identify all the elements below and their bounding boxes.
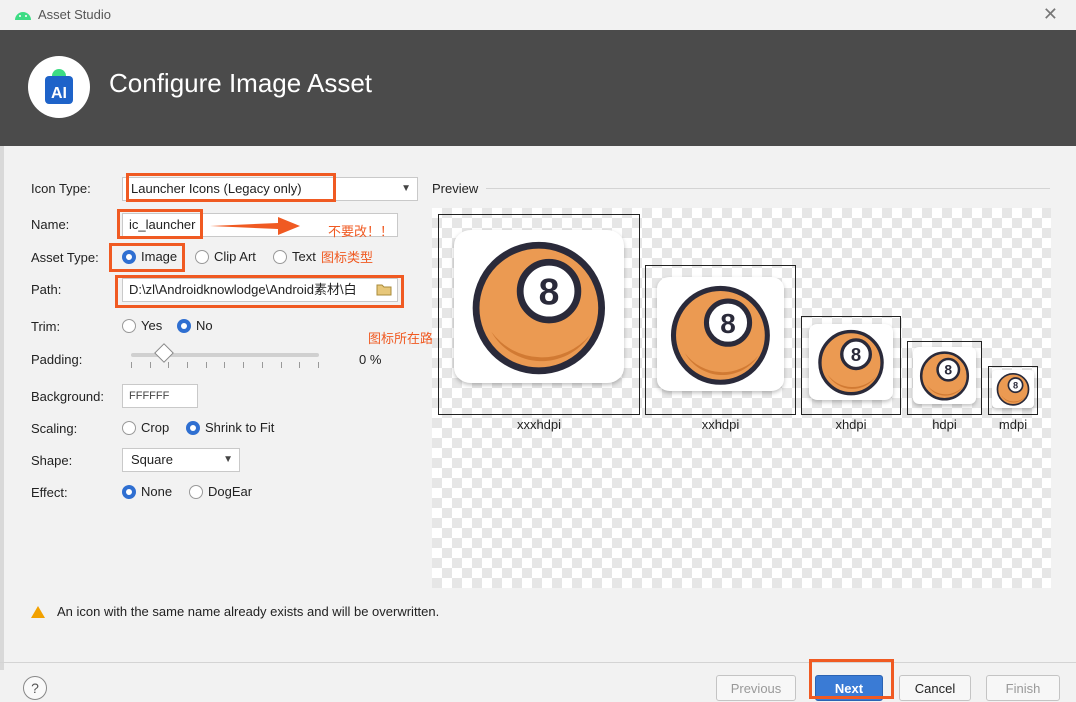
finish-button[interactable]: Finish [986, 675, 1060, 701]
radio-unselected-icon [189, 484, 203, 499]
launcher-icon-tile: 8 [809, 324, 893, 400]
wizard-header: AI Configure Image Asset [0, 30, 1076, 146]
density-label-xhdpi: xhdpi [835, 417, 867, 432]
launcher-icon-tile: 8 [992, 370, 1034, 408]
page-title: Configure Image Asset [109, 68, 373, 98]
trim-no-radio[interactable]: No [177, 318, 213, 333]
radio-unselected-icon [122, 318, 136, 333]
scaling-crop-radio[interactable]: Crop [122, 420, 169, 435]
density-label-xxxhdpi: xxxhdpi [516, 417, 562, 432]
cancel-button[interactable]: Cancel [899, 675, 971, 701]
asset-type-label: Asset Type: [31, 250, 99, 265]
svg-text:8: 8 [720, 308, 736, 339]
help-icon[interactable]: ? [23, 676, 47, 700]
radio-unselected-icon [273, 249, 287, 264]
radio-unselected-icon [195, 249, 209, 264]
svg-text:AI: AI [51, 85, 67, 102]
scaling-shrink-radio[interactable]: Shrink to Fit [186, 420, 274, 435]
billiard-ball-icon: 8 [919, 351, 970, 401]
name-label: Name: [31, 217, 70, 232]
launcher-icon-tile: 8 [657, 277, 784, 392]
path-highlight [115, 275, 404, 308]
chevron-down-icon: ▼ [401, 183, 411, 194]
padding-slider-ticks [131, 362, 319, 368]
footer-divider [0, 662, 1076, 663]
launcher-icon-tile: 8 [454, 230, 624, 383]
effect-dogear-label: DogEar [208, 484, 253, 499]
effect-label: Effect: [31, 485, 68, 500]
android-icon [15, 12, 31, 20]
asset-type-highlight [109, 243, 185, 272]
next-highlight [809, 659, 894, 699]
window-title: Asset Studio [38, 7, 111, 22]
android-studio-icon: AI [45, 69, 73, 104]
scaling-shrink-label: Shrink to Fit [205, 420, 275, 435]
preview-divider [486, 188, 1050, 189]
radio-selected-icon [122, 484, 136, 499]
name-highlight [117, 209, 203, 239]
title-bar: Asset Studio ✕ [0, 0, 1076, 30]
icon-type-label: Icon Type: [31, 181, 91, 196]
preview-label: Preview [432, 181, 479, 196]
launcher-icon-tile: 8 [913, 347, 976, 404]
name-note: 不要改！！ [328, 224, 394, 239]
effect-none-radio[interactable]: None [122, 484, 172, 499]
shape-select[interactable]: Square ▼ [122, 448, 240, 472]
background-color-field[interactable]: FFFFFF [122, 384, 198, 408]
previous-button[interactable]: Previous [716, 675, 796, 701]
density-label-xxhdpi: xxhdpi [701, 417, 740, 432]
trim-yes-radio[interactable]: Yes [122, 318, 162, 333]
svg-text:8: 8 [851, 344, 861, 365]
scaling-label: Scaling: [31, 421, 78, 436]
asset-type-clipart-radio[interactable]: Clip Art [195, 249, 256, 264]
radio-selected-icon [177, 318, 191, 333]
icon-type-highlight [126, 173, 336, 202]
arrow-annotation-icon [210, 217, 300, 235]
asset-type-clipart-label: Clip Art [214, 249, 256, 264]
shape-label: Shape: [31, 453, 73, 468]
density-label-mdpi: mdpi [998, 417, 1028, 432]
effect-none-label: None [141, 484, 173, 499]
asset-type-note: 图标类型 [321, 250, 374, 265]
chevron-down-icon: ▼ [223, 454, 233, 465]
billiard-ball-icon: 8 [472, 242, 606, 375]
trim-yes-label: Yes [141, 318, 163, 333]
path-label: Path: [31, 282, 62, 297]
android-studio-logo: AI [28, 56, 90, 118]
warning-icon [31, 605, 45, 618]
warning-message: An icon with the same name already exist… [31, 604, 439, 619]
background-label: Background: [31, 389, 104, 404]
effect-dogear-radio[interactable]: DogEar [189, 484, 252, 499]
warning-text: An icon with the same name already exist… [57, 604, 440, 619]
trim-no-label: No [196, 318, 213, 333]
svg-text:8: 8 [944, 362, 952, 378]
billiard-ball-icon: 8 [818, 329, 884, 396]
density-label-hdpi: hdpi [932, 417, 957, 432]
billiard-ball-icon: 8 [671, 285, 770, 385]
trim-label: Trim: [31, 319, 61, 334]
close-icon[interactable]: ✕ [1043, 4, 1058, 25]
svg-text:8: 8 [539, 271, 560, 313]
radio-selected-icon [186, 420, 200, 435]
padding-value: 0 % [359, 352, 382, 367]
radio-unselected-icon [122, 420, 136, 435]
shape-value: Square [131, 452, 173, 467]
billiard-ball-icon: 8 [996, 372, 1030, 406]
svg-text:8: 8 [1013, 380, 1018, 390]
asset-type-text-label: Text [292, 249, 316, 264]
padding-slider-thumb[interactable] [154, 343, 174, 363]
padding-label: Padding: [31, 352, 83, 367]
asset-type-text-radio[interactable]: Text [273, 249, 316, 264]
scaling-crop-label: Crop [141, 420, 170, 435]
